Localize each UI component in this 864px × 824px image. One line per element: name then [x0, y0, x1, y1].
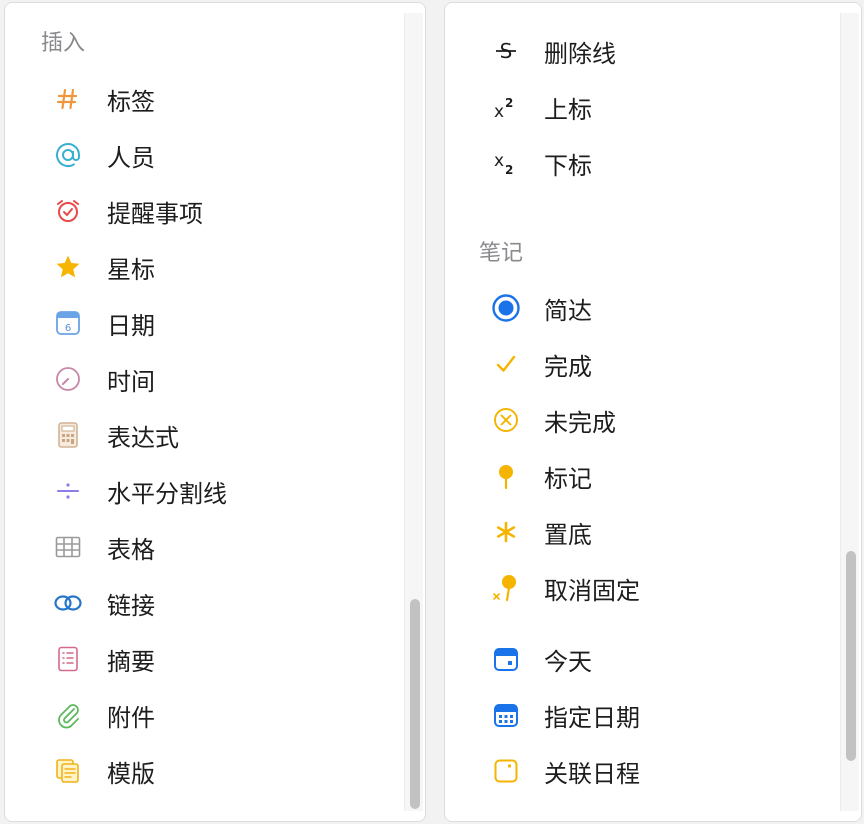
- menu-item-label: 时间: [107, 367, 155, 396]
- asterisk-icon: [491, 517, 521, 547]
- menu-item-label: 水平分割线: [107, 479, 227, 508]
- table-icon: [53, 532, 83, 562]
- menu-item-label: 链接: [107, 591, 155, 620]
- menu-item-mark[interactable]: 标记: [445, 452, 831, 500]
- divider-icon: [53, 476, 83, 506]
- menu-item-specific-date[interactable]: 指定日期: [445, 691, 831, 739]
- subscript-base-glyph: x: [494, 151, 504, 171]
- menu-item-label: 下标: [544, 151, 592, 180]
- menu-item-reminder[interactable]: 提醒事项: [5, 187, 395, 235]
- calculator-icon: [53, 420, 83, 450]
- template-icon: [53, 756, 83, 786]
- menu-item-label: 置底: [544, 520, 592, 549]
- menu-item-label: 关联日程: [544, 759, 640, 788]
- unpin-icon: [491, 573, 521, 603]
- menu-item-link[interactable]: 链接: [5, 579, 395, 627]
- schedule-link-icon: [491, 756, 521, 786]
- menu-item-label: 摘要: [107, 647, 155, 676]
- menu-item-person[interactable]: 人员: [5, 131, 395, 179]
- menu-item-tag[interactable]: 标签: [5, 75, 395, 123]
- menu-item-star[interactable]: 星标: [5, 243, 395, 291]
- hashtag-icon: [53, 84, 83, 114]
- menu-item-template[interactable]: 模版: [5, 747, 395, 795]
- link-icon: [53, 588, 83, 618]
- scrollbar[interactable]: [404, 13, 423, 811]
- clock-icon: [53, 364, 83, 394]
- section-header-insert: 插入: [41, 31, 86, 56]
- menu-item-done[interactable]: 完成: [445, 340, 831, 388]
- star-icon: [53, 252, 83, 282]
- calendar-grid-icon: [491, 700, 521, 730]
- menu-item-expression[interactable]: 表达式: [5, 411, 395, 459]
- superscript-mark-glyph: 2: [505, 96, 513, 110]
- superscript-base-glyph: x: [494, 102, 504, 121]
- menu-item-label: 上标: [544, 95, 592, 124]
- menu-item-date[interactable]: 6 日期: [5, 299, 395, 347]
- insert-menu-panel: 插入 标签 人员 提醒事项 星标 6 日期 时间 表达式 水平分割线 表格 链接…: [4, 2, 426, 822]
- strikethrough-icon: S: [491, 36, 521, 66]
- menu-item-label: 表达式: [107, 423, 179, 452]
- menu-item-table[interactable]: 表格: [5, 523, 395, 571]
- menu-item-label: 人员: [107, 143, 155, 172]
- at-icon: [53, 140, 83, 170]
- summary-icon: [53, 644, 83, 674]
- paperclip-icon: [53, 700, 83, 730]
- section-header-notes: 笔记: [479, 241, 524, 266]
- menu-item-label: 完成: [544, 352, 592, 381]
- menu-item-summary[interactable]: 摘要: [5, 635, 395, 683]
- svg-text:6: 6: [65, 323, 71, 334]
- menu-item-today[interactable]: 今天: [445, 635, 831, 683]
- menu-item-time[interactable]: 时间: [5, 355, 395, 403]
- radio-selected-icon: [491, 293, 521, 323]
- menu-item-label: 标签: [107, 87, 155, 116]
- menu-item-label: 星标: [107, 255, 155, 284]
- scrollbar[interactable]: [840, 13, 859, 811]
- calendar-today-icon: [491, 644, 521, 674]
- menu-item-label: 提醒事项: [107, 199, 203, 228]
- menu-item-strikethrough[interactable]: S 删除线: [445, 27, 831, 75]
- menu-item-divider[interactable]: 水平分割线: [5, 467, 395, 515]
- subscript-mark-glyph: 2: [505, 163, 513, 177]
- pin-icon: [491, 461, 521, 491]
- menu-item-label: 日期: [107, 311, 155, 340]
- menu-item-bottom[interactable]: 置底: [445, 508, 831, 556]
- alarm-clock-icon: [53, 196, 83, 226]
- menu-item-attachment[interactable]: 附件: [5, 691, 395, 739]
- menu-item-label: 标记: [544, 464, 592, 493]
- menu-item-label: 未完成: [544, 408, 616, 437]
- menu-item-label: 删除线: [544, 39, 616, 68]
- menu-item-label: 指定日期: [544, 703, 640, 732]
- menu-item-label: 模版: [107, 759, 155, 788]
- checkmark-icon: [491, 349, 521, 379]
- menu-item-unpin[interactable]: 取消固定: [445, 564, 831, 612]
- menu-item-label: 表格: [107, 535, 155, 564]
- menu-item-link-schedule[interactable]: 关联日程: [445, 747, 831, 795]
- menu-item-undone[interactable]: 未完成: [445, 396, 831, 444]
- menu-item-superscript[interactable]: x2 上标: [445, 83, 831, 131]
- calendar-icon: 6: [53, 308, 83, 338]
- notes-menu-panel: S 删除线 x2 上标 x2 下标 笔记 简达 完成 未完成 标记 置底 取消固…: [444, 2, 862, 822]
- menu-item-label: 简达: [544, 296, 592, 325]
- scrollbar-thumb[interactable]: [410, 599, 420, 809]
- scrollbar-thumb[interactable]: [846, 551, 856, 761]
- menu-item-label: 今天: [544, 647, 592, 676]
- menu-item-label: 附件: [107, 703, 155, 732]
- menu-item-brief[interactable]: 简达: [445, 284, 831, 332]
- superscript-icon: x2: [491, 92, 521, 122]
- subscript-icon: x2: [491, 148, 521, 178]
- menu-item-label: 取消固定: [544, 576, 640, 605]
- circle-x-icon: [491, 405, 521, 435]
- menu-item-subscript[interactable]: x2 下标: [445, 139, 831, 187]
